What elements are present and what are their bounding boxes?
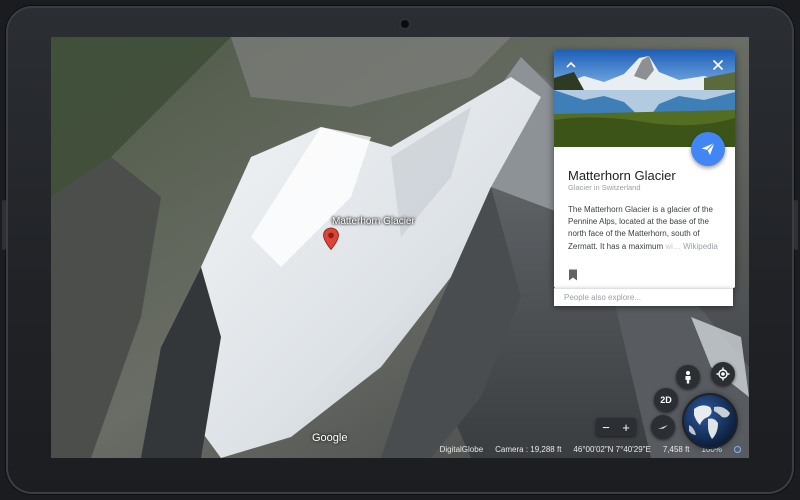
description-fade: wi… [665,241,681,251]
pegman-icon [685,371,691,384]
card-title: Matterhorn Glacier [568,168,676,183]
people-also-explore[interactable]: People also explore... [554,288,733,306]
map-pin-icon[interactable] [322,227,340,251]
loading-indicator-icon [734,445,741,453]
earth-map-view[interactable]: Matterhorn Glacier Google DigitalGlobe C… [51,37,749,458]
card-description: The Matterhorn Glacier is a glacier of t… [568,204,726,253]
knowledge-card: Matterhorn Glacier Glacier in Switzerlan… [554,50,735,288]
device-side-button-right [794,200,798,250]
globe-icon [684,395,736,447]
fly-to-button[interactable] [691,132,725,166]
status-bar: DigitalGlobe Camera : 19,288 ft 46°00'02… [51,440,749,458]
globe-button[interactable] [684,395,736,447]
camera-altitude: Camera : 19,288 ft [495,444,562,454]
device-side-button-left [2,200,6,250]
imagery-attribution: DigitalGlobe [439,444,484,454]
zoom-out-button[interactable]: − [596,418,616,436]
card-subtitle: Glacier in Switzerland [568,183,641,192]
my-location-button[interactable] [711,362,735,386]
zoom-control: − + [596,418,636,436]
toggle-2d-button[interactable]: 2D [654,388,678,412]
coordinates: 46°00'02"N 7°40'29"E [573,444,651,454]
front-camera [401,20,409,28]
street-view-button[interactable] [676,365,700,389]
close-icon[interactable] [709,56,727,74]
bookmark-icon[interactable] [568,269,578,281]
elevation: 7,458 ft [662,444,690,454]
wikipedia-link[interactable]: Wikipedia [683,242,718,251]
map-place-label[interactable]: Matterhorn Glacier [332,216,415,227]
locate-icon [716,367,730,381]
paper-plane-icon [701,142,715,155]
compass-icon [658,425,668,429]
compass-button[interactable] [651,415,675,439]
chevron-up-icon[interactable] [562,56,580,74]
zoom-in-button[interactable]: + [616,418,636,436]
